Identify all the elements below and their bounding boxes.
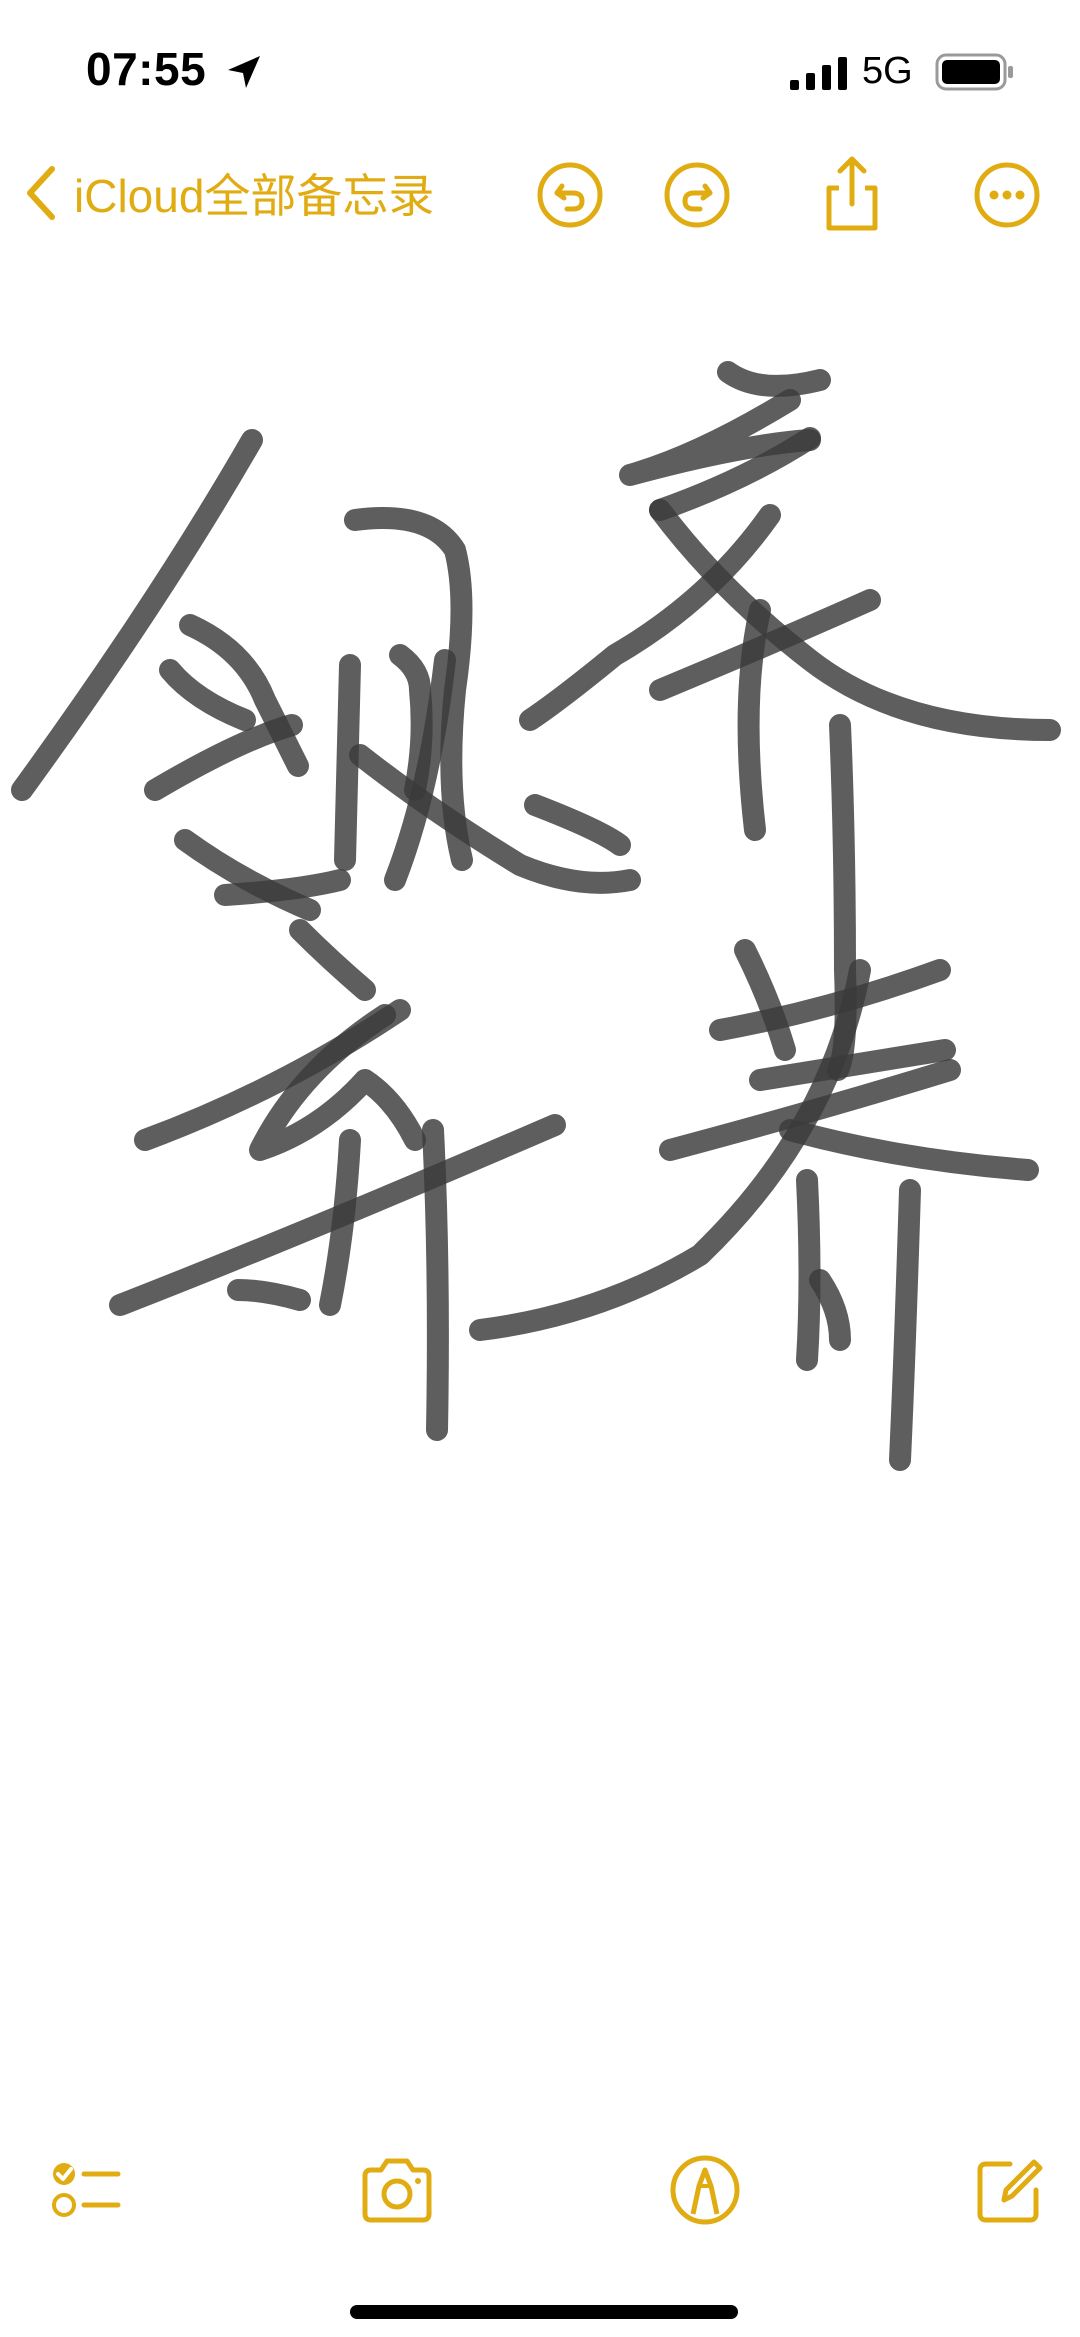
camera-icon[interactable] — [357, 2150, 437, 2230]
markup-pen-icon[interactable] — [665, 2150, 745, 2230]
network-type: 5G — [862, 50, 913, 92]
bottom-toolbar — [0, 2130, 1080, 2260]
compose-icon[interactable] — [970, 2150, 1050, 2230]
home-indicator[interactable] — [350, 2305, 738, 2319]
undo-icon[interactable] — [535, 160, 605, 230]
status-bar: 07:55 5G — [0, 0, 1080, 130]
checklist-icon[interactable] — [46, 2150, 126, 2230]
location-arrow-icon — [228, 56, 260, 88]
handwriting-drawing — [11, 361, 1061, 1471]
drawing-canvas[interactable] — [0, 270, 1080, 2100]
back-button[interactable]: iCloud全部备忘录 — [22, 158, 434, 228]
share-icon[interactable] — [817, 154, 887, 234]
battery-icon — [935, 53, 1013, 91]
navigation-bar: iCloud全部备忘录 — [0, 140, 1080, 250]
back-button-label: iCloud全部备忘录 — [74, 170, 435, 222]
cellular-signal-icon — [790, 57, 847, 90]
chevron-left-icon — [27, 166, 55, 220]
redo-icon[interactable] — [662, 160, 732, 230]
more-icon[interactable] — [972, 160, 1042, 230]
status-time: 07:55 — [86, 43, 207, 95]
